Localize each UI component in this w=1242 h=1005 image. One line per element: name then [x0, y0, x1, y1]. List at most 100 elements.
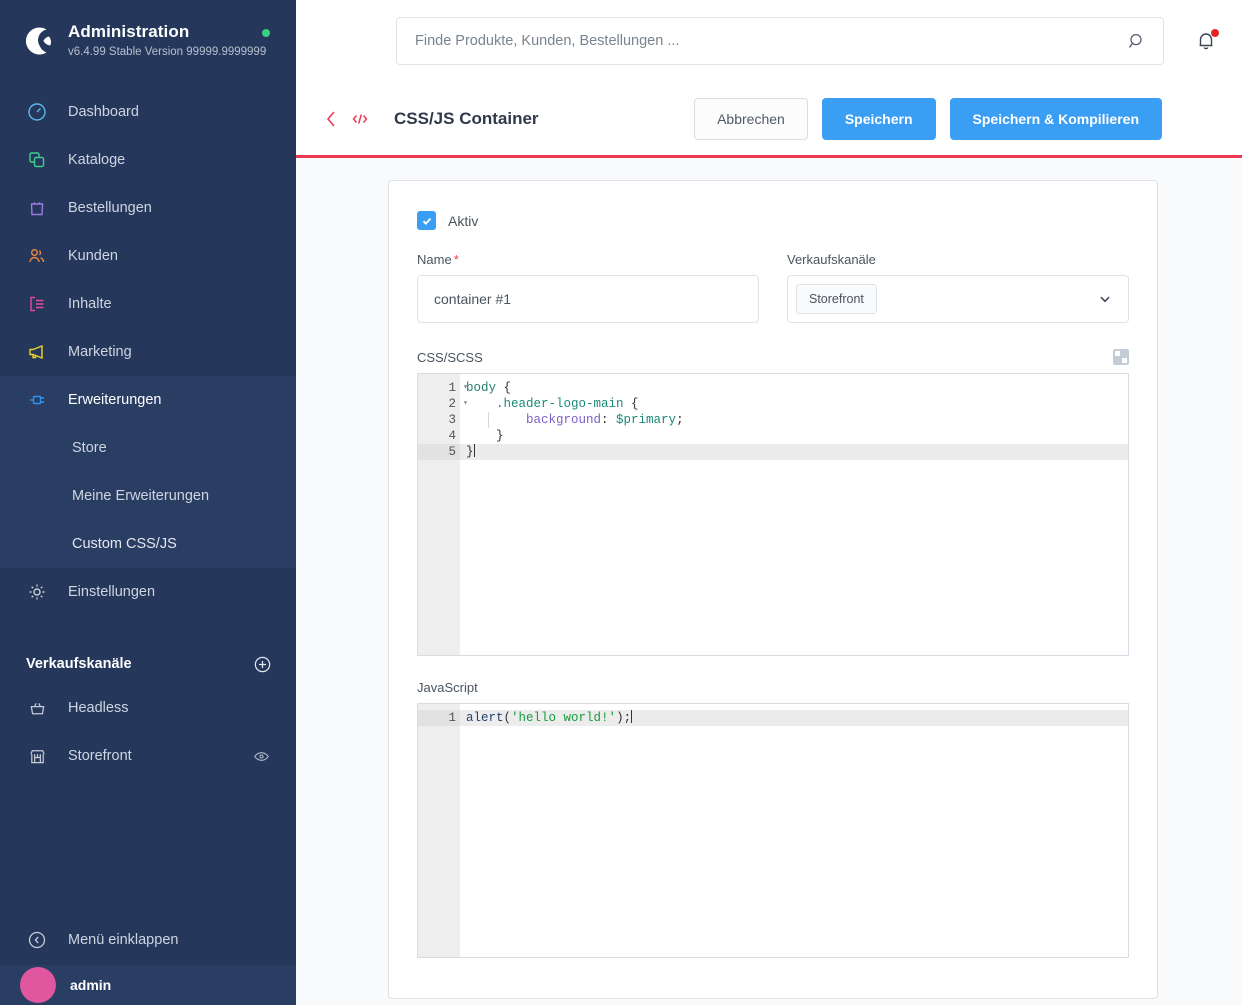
required-marker: *	[453, 252, 459, 267]
sales-channels-select[interactable]: Storefront	[787, 275, 1129, 323]
sidebar-item-label: Erweiterungen	[68, 392, 162, 408]
topbar	[296, 0, 1242, 82]
line-number: ▾ 2	[418, 396, 468, 412]
smart-bar: CSS/JS Container Abbrechen Speichern Spe…	[296, 82, 1242, 158]
sidebar-brand[interactable]: Administration v6.4.99 Stable Version 99…	[0, 0, 296, 82]
layers-icon	[24, 148, 50, 172]
save-button[interactable]: Speichern	[821, 97, 936, 140]
sidebar-item-custom-css-js[interactable]: Custom CSS/JS	[0, 520, 296, 568]
line-number-text: 2	[448, 397, 456, 411]
content-icon	[24, 292, 50, 316]
sidebar-nav: Dashboard Kataloge Bestellungen Kunden I…	[0, 82, 296, 616]
page-title: CSS/JS Container	[394, 108, 539, 128]
sidebar-item-dashboard[interactable]: Dashboard	[0, 88, 296, 136]
plus-circle-icon[interactable]	[253, 655, 272, 674]
search-input[interactable]	[415, 33, 1127, 49]
megaphone-icon	[24, 340, 50, 364]
app-version: v6.4.99 Stable Version 99999.9999999	[68, 46, 267, 59]
sidebar-item-store[interactable]: Store	[0, 424, 296, 472]
line-number: ▾ 1	[418, 380, 468, 396]
sales-channels-label: Verkaufskanäle	[787, 252, 876, 267]
app-title: Administration	[68, 21, 190, 41]
sidebar-item-kunden[interactable]: Kunden	[0, 232, 296, 280]
line-number: 1	[418, 710, 460, 726]
search-icon[interactable]	[1127, 31, 1147, 51]
code-line: background: $primary;	[460, 412, 1128, 428]
line-number-text: 1	[448, 711, 456, 725]
name-input[interactable]	[417, 275, 759, 323]
user-menu[interactable]: admin	[0, 965, 296, 1005]
sales-channel-headless[interactable]: Headless	[0, 684, 296, 732]
line-number-text: 3	[448, 413, 456, 427]
sidebar-subitem-label: Meine Erweiterungen	[72, 488, 210, 504]
avatar	[20, 967, 56, 1003]
code-line: alert('hello world!');	[460, 710, 1128, 726]
chevron-down-icon[interactable]	[1096, 290, 1114, 308]
status-dot	[262, 29, 270, 37]
save-and-compile-button[interactable]: Speichern & Kompilieren	[949, 97, 1162, 140]
sidebar-item-marketing[interactable]: Marketing	[0, 328, 296, 376]
code-line: body {	[466, 381, 512, 395]
eye-icon[interactable]	[253, 748, 270, 765]
js-code-content[interactable]: alert('hello world!');	[460, 704, 1128, 957]
selected-channel-tag[interactable]: Storefront	[796, 284, 877, 314]
name-label-text: Name	[417, 252, 452, 267]
active-label: Aktiv	[448, 212, 479, 229]
bag-icon	[24, 196, 50, 220]
admin-app: Administration v6.4.99 Stable Version 99…	[0, 0, 1242, 1005]
sidebar-item-label: Kataloge	[68, 152, 126, 168]
main-area: CSS/JS Container Abbrechen Speichern Spe…	[296, 0, 1242, 1005]
line-number-text: 4	[448, 429, 456, 443]
sidebar-item-label: Bestellungen	[68, 200, 152, 216]
smart-bar-actions: Abbrechen Speichern Speichern & Kompilie…	[694, 97, 1162, 140]
speedometer-icon	[24, 100, 50, 124]
name-label: Name *	[417, 252, 759, 267]
users-icon	[24, 244, 50, 268]
code-line: .header-logo-main {	[496, 397, 639, 411]
notifications-button[interactable]	[1194, 29, 1219, 53]
collapse-menu-button[interactable]: Menü einklappen	[0, 915, 296, 965]
grid-squares-icon[interactable]	[1113, 349, 1129, 365]
cancel-button[interactable]: Abbrechen	[694, 97, 808, 140]
basket-icon	[24, 696, 50, 720]
line-number-text: 5	[448, 445, 456, 459]
sidebar-item-bestellungen[interactable]: Bestellungen	[0, 184, 296, 232]
sidebar-item-einstellungen[interactable]: Einstellungen	[0, 568, 296, 616]
content-area: Aktiv Name* Verkaufskanäle Storefront	[296, 158, 1242, 1005]
sales-channels-title: Verkaufskanäle	[26, 656, 132, 672]
css-code-editor[interactable]: ▾ 1 ▾ 2 3 4 5 body { .header-logo-main { b…	[417, 373, 1129, 656]
sidebar-item-inhalte[interactable]: Inhalte	[0, 280, 296, 328]
js-code-editor[interactable]: 1 alert('hello world!');	[417, 703, 1129, 958]
notification-badge	[1211, 29, 1219, 37]
sidebar-group-erweiterungen: Erweiterungen Store Meine Erweiterungen …	[0, 376, 296, 568]
js-line-numbers: 1	[418, 704, 460, 957]
gear-icon	[24, 580, 50, 604]
sales-channels-field-group: Verkaufskanäle Storefront	[787, 252, 1129, 323]
sidebar-item-label: Marketing	[68, 344, 132, 360]
sidebar-item-meine-erweiterungen[interactable]: Meine Erweiterungen	[0, 472, 296, 520]
back-button[interactable]	[318, 105, 344, 133]
global-search[interactable]	[396, 17, 1164, 65]
sales-channel-storefront[interactable]: Storefront	[0, 732, 296, 780]
code-line: }	[460, 444, 1128, 460]
sidebar-item-label: Dashboard	[68, 104, 139, 120]
name-field-group: Name *	[417, 252, 759, 323]
css-editor-header: CSS/SCSS	[417, 349, 1129, 365]
css-editor-label: CSS/SCSS	[417, 349, 483, 365]
css-code-content[interactable]: body { .header-logo-main { background: $…	[460, 374, 1128, 655]
line-number: 5	[418, 444, 460, 460]
indent-guide	[488, 412, 489, 428]
sidebar-item-erweiterungen[interactable]: Erweiterungen	[0, 376, 296, 424]
plug-icon	[24, 388, 50, 412]
sidebar-item-label: Kunden	[68, 248, 118, 264]
form-row-name-channels: Name* Verkaufskanäle Storefront	[417, 252, 1129, 323]
sidebar-item-label: Einstellungen	[68, 584, 156, 600]
line-number: 3	[418, 412, 460, 428]
active-field: Aktiv	[417, 211, 1129, 230]
active-checkbox[interactable]	[417, 211, 436, 230]
line-number: 4	[418, 428, 460, 444]
sales-channel-label: Headless	[68, 700, 129, 716]
css-line-numbers: ▾ 1 ▾ 2 3 4 5	[418, 374, 468, 655]
sidebar-item-kataloge[interactable]: Kataloge	[0, 136, 296, 184]
